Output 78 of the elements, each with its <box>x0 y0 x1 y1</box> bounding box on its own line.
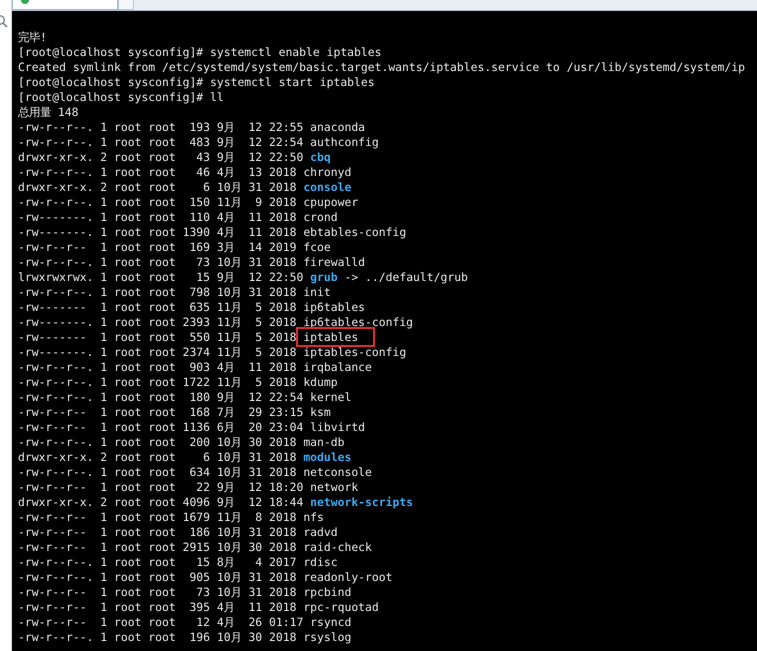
file-name: ip6tables-config <box>303 315 414 329</box>
file-name: console <box>303 180 352 194</box>
file-name: kernel <box>310 390 352 404</box>
file-name: readonly-root <box>303 570 392 584</box>
file-name: raid-check <box>303 540 372 554</box>
file-info: -rw-r--r--. 1 root root 905 10月 31 2018 <box>18 570 296 584</box>
terminal-line: 总用量 148 <box>18 105 78 119</box>
file-info: -rw------- 1 root root 550 11月 5 2018 <box>18 330 296 344</box>
file-info: -rw-r--r--. 1 root root 150 11月 9 2018 <box>18 195 296 209</box>
file-info: -rw-r--r-- 1 root root 1136 6月 20 23:04 <box>18 420 304 434</box>
file-info: -rw-------. 1 root root 110 4月 11 2018 <box>18 210 296 224</box>
file-info: -rw------- 1 root root 635 11月 5 2018 <box>18 300 296 314</box>
file-info: -rw-r--r--. 1 root root 73 10月 31 2018 <box>18 255 296 269</box>
file-info: -rw-r--r--. 1 root root 798 10月 31 2018 <box>18 285 296 299</box>
file-name: network-scripts <box>310 495 414 509</box>
terminal-tab[interactable] <box>12 0 118 10</box>
file-name: ebtables-config <box>303 225 406 239</box>
file-info: -rw-r--r--. 1 root root 200 10月 30 2018 <box>18 435 296 449</box>
file-name: nfs <box>303 510 324 524</box>
file-name: authconfig <box>310 135 379 149</box>
file-name: rsyslog <box>303 630 352 644</box>
file-info: -rw-r--r--. 1 root root 196 10月 30 2018 <box>18 630 296 644</box>
file-info: drwxr-xr-x. 2 root root 6 10月 31 2018 <box>18 180 296 194</box>
file-info: -rw-r--r--. 1 root root 15 8月 4 2017 <box>18 555 296 569</box>
file-name: ksm <box>310 405 331 419</box>
terminal-line: [root@localhost sysconfig]# systemctl start iptables <box>18 75 375 89</box>
file-name: rpcbind <box>303 585 352 599</box>
file-name: radvd <box>303 525 338 539</box>
terminal-line: Created symlink from /etc/systemd/system/basic.target.wants/iptables.service to /usr/lib/systemd/system/ip <box>18 60 745 74</box>
file-info: -rw-r--r--. 1 root root 483 9月 12 22:54 <box>18 135 304 149</box>
file-name: rdisc <box>303 555 338 569</box>
file-info: -rw-r--r--. 1 root root 903 4月 11 2018 <box>18 360 296 374</box>
file-name: firewalld <box>303 255 366 269</box>
file-info: drwxr-xr-x. 2 root root 6 10月 31 2018 <box>18 450 296 464</box>
file-info: -rw-------. 1 root root 2393 11月 5 2018 <box>18 315 296 329</box>
file-info: -rw-r--r--. 1 root root 193 9月 12 22:55 <box>18 120 304 134</box>
file-name: cpupower <box>303 195 358 209</box>
file-name: crond <box>303 210 338 224</box>
file-info: drwxr-xr-x. 2 root root 4096 9月 12 18:44 <box>18 495 304 509</box>
file-info: -rw-r--r-- 1 root root 73 10月 31 2018 <box>18 585 296 599</box>
file-name: cbq <box>310 150 331 164</box>
file-name: iptables <box>303 330 358 344</box>
file-info: -rw-r--r-- 1 root root 186 10月 31 2018 <box>18 525 296 539</box>
file-info: lrwxrwxrwx. 1 root root 15 9月 12 22:50 <box>18 270 304 284</box>
file-info: -rw-r--r--. 1 root root 1722 11月 5 2018 <box>18 375 296 389</box>
terminal-line: [root@localhost sysconfig]# ll <box>18 90 224 104</box>
file-info: -rw-------. 1 root root 2374 11月 5 2018 <box>18 345 296 359</box>
file-name: init <box>303 285 331 299</box>
file-name: modules <box>303 450 352 464</box>
terminal-line: [root@localhost sysconfig]# systemctl enable iptables <box>18 45 382 59</box>
file-name: iptables-config <box>303 345 406 359</box>
file-info: drwxr-xr-x. 2 root root 43 9月 12 22:50 <box>18 150 304 164</box>
file-info: -rw-r--r-- 1 root root 168 7月 29 23:15 <box>18 405 304 419</box>
file-info: -rw-r--r-- 1 root root 169 3月 14 2019 <box>18 240 296 254</box>
file-info: -rw-------. 1 root root 1390 4月 11 2018 <box>18 225 296 239</box>
file-info: -rw-r--r-- 1 root root 395 4月 11 2018 <box>18 600 296 614</box>
file-name: network <box>310 480 358 494</box>
file-name: kdump <box>303 375 338 389</box>
file-info: -rw-r--r-- 1 root root 22 9月 12 18:20 <box>18 480 304 494</box>
file-name: anaconda <box>310 120 366 134</box>
file-info: -rw-r--r-- 1 root root 1679 11月 8 2018 <box>18 510 296 524</box>
file-name: irqbalance <box>303 360 372 374</box>
file-name: rpc-rquotad <box>303 600 379 614</box>
file-name: ip6tables <box>303 300 366 314</box>
file-name: libvirtd <box>310 420 366 434</box>
terminal-line: 完毕! <box>18 30 47 44</box>
file-name: grub <box>310 270 338 284</box>
file-name: man-db <box>303 435 344 449</box>
file-name: fcoe <box>303 240 331 254</box>
file-info: -rw-r--r--. 1 root root 180 9月 12 22:54 <box>18 390 304 404</box>
file-info: -rw-r--r--. 1 root root 46 4月 13 2018 <box>18 165 296 179</box>
file-name: rsyncd <box>310 615 352 629</box>
file-info: -rw-r--r-- 1 root root 12 4月 26 01:17 <box>18 615 304 629</box>
file-info: -rw-r--r-- 1 root root 2915 10月 30 2018 <box>18 540 296 554</box>
link-target: -> ../default/grub <box>344 270 468 284</box>
file-name: chronyd <box>303 165 352 179</box>
file-name: netconsole <box>303 465 372 479</box>
file-info: -rw-r--r--. 1 root root 634 10月 31 2018 <box>18 465 296 479</box>
